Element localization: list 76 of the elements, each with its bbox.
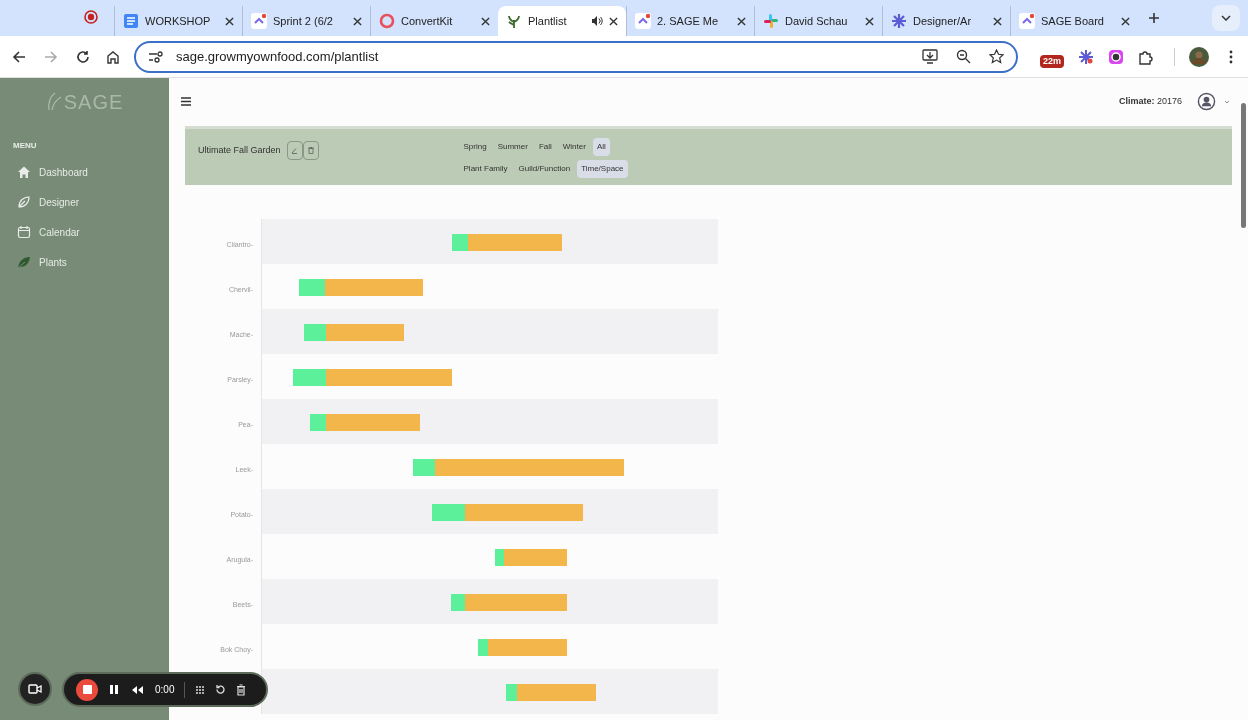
extension-badge[interactable]: 22m	[1040, 55, 1064, 68]
close-icon[interactable]	[737, 16, 746, 26]
filter-tab[interactable]: Summer	[493, 138, 532, 156]
tab-title: ConvertKit	[401, 13, 453, 29]
new-tab-icon[interactable]	[1148, 12, 1160, 24]
recording-time: 0:00	[155, 683, 175, 697]
app-icon	[251, 13, 267, 29]
leaf-icon	[17, 195, 31, 209]
undo-icon[interactable]	[215, 684, 227, 695]
close-icon[interactable]	[993, 16, 1002, 26]
plant-icon	[506, 13, 522, 29]
camera-icon	[28, 684, 42, 694]
reload-icon[interactable]	[76, 49, 90, 64]
filter-tab[interactable]: Fall	[534, 138, 556, 156]
user-icon[interactable]	[1197, 92, 1216, 111]
tab-title: WORKSHOP	[145, 13, 211, 29]
climate-text: Climate: 20176	[1118, 94, 1182, 108]
tab-title: Sprint 2 (6/2	[273, 13, 333, 29]
site-settings-icon[interactable]	[148, 50, 164, 63]
install-icon[interactable]	[922, 49, 938, 64]
trash-icon[interactable]	[236, 683, 247, 696]
close-icon[interactable]	[225, 16, 234, 26]
calendar-icon	[17, 225, 31, 239]
close-icon[interactable]	[353, 16, 362, 26]
speaker-icon[interactable]	[591, 15, 603, 27]
browser-tab[interactable]: Plantlist	[498, 6, 626, 36]
zoom-icon[interactable]	[956, 49, 971, 64]
puzzle-icon[interactable]	[1138, 48, 1154, 65]
tab-title: David Schau	[785, 13, 848, 29]
ring-icon	[379, 13, 395, 29]
menu-icon[interactable]	[181, 97, 191, 106]
scrollbar[interactable]	[1241, 103, 1246, 228]
chevron-down-icon[interactable]	[1224, 99, 1230, 104]
logo-icon	[45, 92, 62, 112]
delete-button[interactable]	[302, 141, 319, 160]
trash-icon	[307, 147, 314, 154]
close-icon[interactable]	[481, 16, 490, 26]
home-icon[interactable]	[106, 49, 120, 64]
close-icon[interactable]	[1121, 16, 1130, 26]
timeline-bar	[495, 549, 567, 566]
app-icon	[1019, 13, 1035, 29]
app-icon	[635, 13, 651, 29]
filter-tab[interactable]: All	[592, 138, 610, 156]
filter-tab[interactable]: Guild/Function	[514, 160, 575, 178]
pause-icon[interactable]	[110, 685, 118, 694]
back-icon[interactable]	[12, 49, 26, 64]
record-icon[interactable]	[84, 10, 98, 24]
color-ring-icon[interactable]	[1108, 48, 1124, 65]
home-icon	[17, 165, 31, 179]
garden-name: Ultimate Fall Garden	[198, 144, 281, 157]
star-icon[interactable]	[989, 49, 1004, 64]
close-icon[interactable]	[865, 16, 874, 26]
menu-heading: MENU	[13, 140, 37, 152]
url-text: sage.growmyownfood.com/plantlist	[176, 47, 379, 66]
tab-title: Plantlist	[528, 13, 567, 29]
rewind-icon[interactable]	[132, 685, 143, 694]
tab-title: Designer/Ar	[913, 13, 972, 29]
filter-tab[interactable]: Time/Space	[577, 160, 628, 178]
tab-title: 2. SAGE Me	[657, 13, 719, 29]
close-icon[interactable]	[609, 16, 618, 26]
filter-tab[interactable]: Winter	[558, 138, 590, 156]
pencil-icon	[291, 147, 299, 154]
leaf-icon	[17, 255, 31, 269]
chevron-down-icon	[1221, 15, 1231, 21]
tab-title: SAGE Board	[1041, 13, 1104, 29]
address-bar[interactable]: sage.growmyownfood.com/plantlist	[134, 40, 1018, 73]
flower-icon[interactable]	[1078, 48, 1094, 65]
tab-search-button[interactable]	[1212, 5, 1240, 31]
more-icon[interactable]	[1229, 49, 1233, 64]
avatar-icon[interactable]	[1189, 46, 1209, 67]
flower-icon	[891, 13, 907, 29]
grid-icon[interactable]	[195, 684, 206, 695]
filter-tab[interactable]: Spring	[459, 138, 491, 156]
filter-tab[interactable]: Plant Family	[459, 160, 512, 178]
stop-button[interactable]	[76, 678, 98, 701]
document-icon	[123, 13, 139, 29]
